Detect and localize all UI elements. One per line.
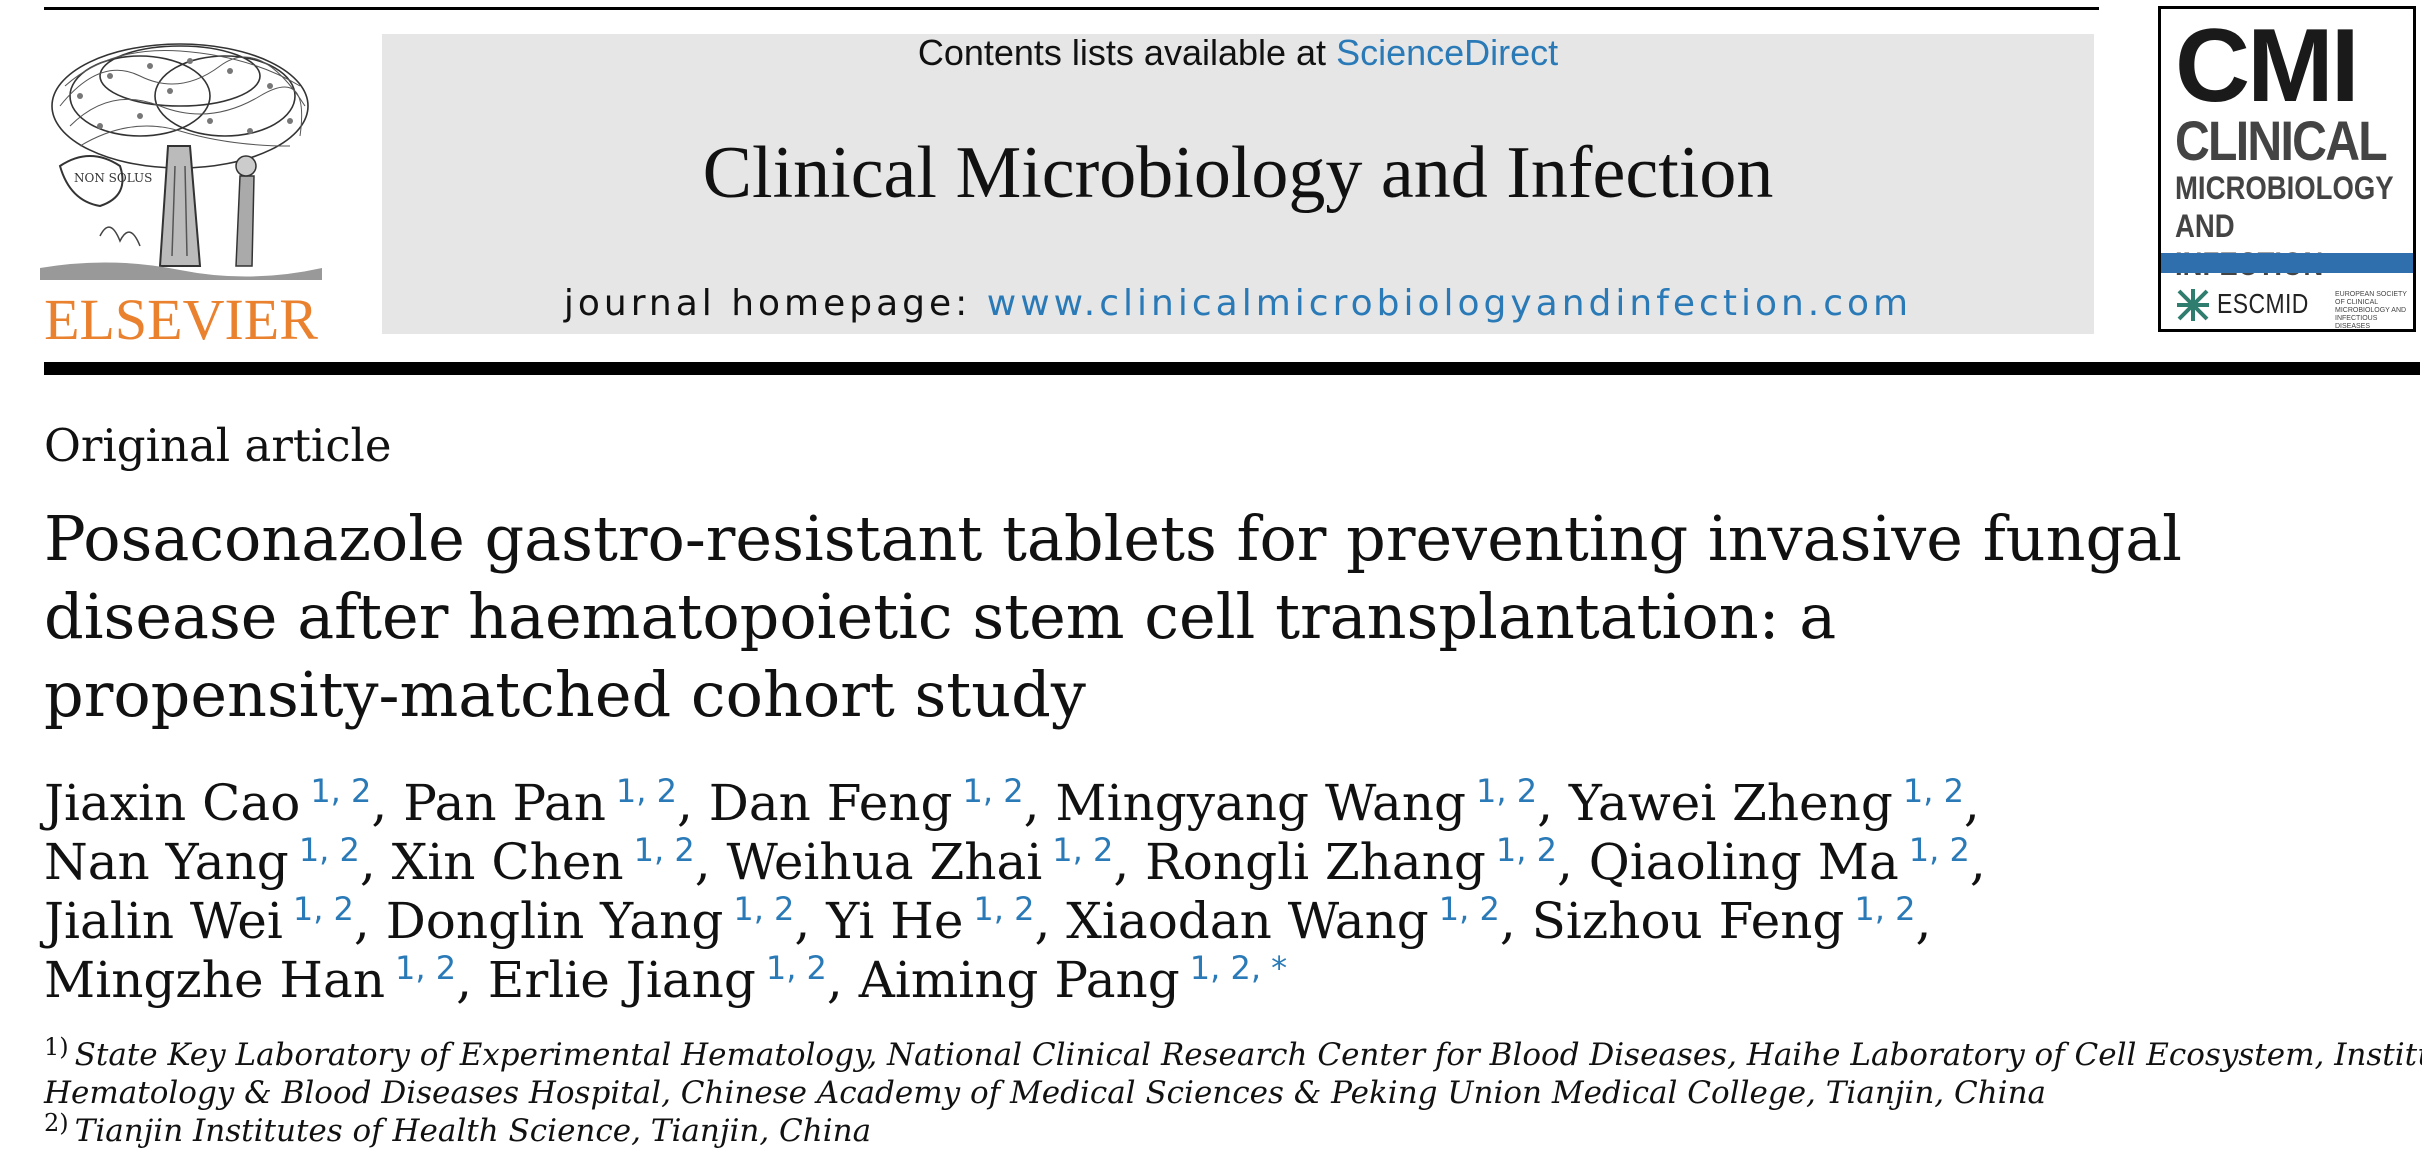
author-separator: , bbox=[353, 892, 370, 950]
title-line: Posaconazole gastro-resistant tablets fo… bbox=[44, 502, 2183, 575]
header-bottom-rule bbox=[44, 362, 2420, 375]
author-affiliation-link[interactable]: 1, 2 bbox=[1909, 831, 1970, 869]
author-line: Jiaxin Cao 1, 2, Pan Pan 1, 2, Dan Feng 1, … bbox=[44, 774, 2344, 833]
author-affiliation-link[interactable]: 1, 2 bbox=[1476, 772, 1537, 810]
author-line: Jialin Wei 1, 2, Donglin Yang 1, 2, Yi He 1… bbox=[44, 892, 2344, 951]
author-separator: , bbox=[794, 892, 811, 950]
author-separator: , bbox=[1113, 833, 1130, 891]
author-separator: , bbox=[1499, 892, 1516, 950]
cover-society-subtitle: EUROPEAN SOCIETY OF CLINICAL MICROBIOLOG… bbox=[2335, 291, 2407, 330]
author-name[interactable]: Erlie Jiang bbox=[488, 951, 756, 1009]
author-affiliation-link[interactable]: 1, 2 bbox=[973, 890, 1034, 928]
affiliation-text: Hematology & Blood Diseases Hospital, Ch… bbox=[44, 1075, 2047, 1111]
author-affiliation-link[interactable]: 1, 2 bbox=[1496, 831, 1557, 869]
cover-blue-bar bbox=[2161, 253, 2413, 273]
author-separator: , bbox=[1915, 892, 1932, 950]
author-name[interactable]: Dan Feng bbox=[709, 774, 953, 832]
cover-title-line-1: CLINICAL bbox=[2175, 109, 2388, 172]
author-name[interactable]: Jialin Wei bbox=[44, 892, 283, 950]
author-affiliation-link[interactable]: 1, 2 bbox=[293, 890, 354, 928]
author-affiliation-link[interactable]: 1, 2 bbox=[310, 772, 371, 810]
author-name[interactable]: Nan Yang bbox=[44, 833, 289, 891]
journal-name: Clinical Microbiology and Infection bbox=[702, 132, 1774, 214]
author-affiliation-link[interactable]: 1, 2 bbox=[766, 949, 827, 987]
author-name[interactable]: Jiaxin Cao bbox=[44, 774, 300, 832]
author-separator: , bbox=[826, 951, 843, 1009]
affiliation-text: State Key Laboratory of Experimental Hem… bbox=[74, 1037, 2422, 1073]
author-name[interactable]: Mingyang Wang bbox=[1055, 774, 1466, 832]
affiliation-list: 1) State Key Laboratory of Experimental H… bbox=[44, 1033, 2422, 1150]
author-separator: , bbox=[1963, 774, 1980, 832]
author-affiliation-link[interactable]: 1, 2, * bbox=[1190, 949, 1287, 987]
homepage-line: journal homepage: www.clinicalmicrobiolo… bbox=[382, 282, 2094, 326]
affiliation-text: Tianjin Institutes of Health Science, Ti… bbox=[74, 1113, 872, 1149]
author-separator: , bbox=[1023, 774, 1040, 832]
article-title: Posaconazole gastro-resistant tablets fo… bbox=[44, 500, 2183, 734]
author-affiliation-link[interactable]: 1, 2 bbox=[1052, 831, 1113, 869]
title-line: propensity-matched cohort study bbox=[44, 658, 1086, 731]
elsevier-wordmark: ELSEVIER bbox=[44, 287, 318, 352]
cover-society-name: ESCMID bbox=[2217, 288, 2309, 319]
author-separator: , bbox=[1556, 833, 1573, 891]
author-affiliation-link[interactable]: 1, 2 bbox=[963, 772, 1024, 810]
escmid-logo-icon bbox=[2177, 289, 2209, 321]
author-separator: , bbox=[359, 833, 376, 891]
author-separator: , bbox=[1537, 774, 1553, 832]
author-line: Nan Yang 1, 2, Xin Chen 1, 2, Weihua Zhai 1… bbox=[44, 833, 2344, 892]
author-name[interactable]: Mingzhe Han bbox=[44, 951, 385, 1009]
author-name[interactable]: Sizhou Feng bbox=[1532, 892, 1845, 950]
affiliation-number: 1) bbox=[44, 1033, 69, 1061]
author-affiliation-link[interactable]: 1, 2 bbox=[299, 831, 360, 869]
author-name[interactable]: Rongli Zhang bbox=[1145, 833, 1486, 891]
author-name[interactable]: Qiaoling Ma bbox=[1589, 833, 1899, 891]
affiliation-line: 1) State Key Laboratory of Experimental H… bbox=[44, 1033, 2422, 1074]
author-name[interactable]: Donglin Yang bbox=[386, 892, 724, 950]
journal-cover[interactable]: CMI CLINICAL MICROBIOLOGY AND INFECTION … bbox=[2158, 6, 2416, 332]
author-affiliation-link[interactable]: 1, 2 bbox=[395, 949, 456, 987]
author-name[interactable]: Yi He bbox=[826, 892, 963, 950]
affiliation-line: 2) Tianjin Institutes of Health Science, … bbox=[44, 1109, 2344, 1150]
affiliation-number: 2) bbox=[44, 1109, 69, 1137]
author-line: Mingzhe Han 1, 2, Erlie Jiang 1, 2, Aiming… bbox=[44, 951, 2344, 1010]
title-line: disease after haematopoietic stem cell t… bbox=[44, 580, 1837, 653]
author-affiliation-link[interactable]: 1, 2 bbox=[1903, 772, 1964, 810]
homepage-url-link[interactable]: www.clinicalmicrobiologyandinfection.com bbox=[987, 283, 1912, 324]
author-name[interactable]: Yawei Zheng bbox=[1569, 774, 1893, 832]
author-affiliation-link[interactable]: 1, 2 bbox=[1439, 890, 1500, 928]
cover-acronym: CMI bbox=[2175, 8, 2360, 124]
homepage-prefix: journal homepage: bbox=[563, 283, 987, 324]
author-separator: , bbox=[1969, 833, 1986, 891]
elsevier-logo[interactable]: NON SOLUS ELSEVIER bbox=[40, 36, 322, 352]
author-name[interactable]: Weihua Zhai bbox=[727, 833, 1043, 891]
contents-line: Contents lists available at ScienceDirec… bbox=[382, 31, 2094, 75]
journal-banner: Contents lists available at ScienceDirec… bbox=[382, 31, 2094, 334]
top-rule bbox=[44, 7, 2099, 10]
author-name[interactable]: Aiming Pang bbox=[859, 951, 1180, 1009]
article-type: Original article bbox=[44, 419, 392, 472]
svg-text:NON SOLUS: NON SOLUS bbox=[74, 171, 152, 185]
affiliation-line: Hematology & Blood Diseases Hospital, Ch… bbox=[44, 1074, 2344, 1112]
author-affiliation-link[interactable]: 1, 2 bbox=[733, 890, 794, 928]
author-separator: , bbox=[694, 833, 711, 891]
author-name[interactable]: Pan Pan bbox=[403, 774, 606, 832]
author-name[interactable]: Xiaodan Wang bbox=[1066, 892, 1428, 950]
author-affiliation-link[interactable]: 1, 2 bbox=[634, 831, 695, 869]
contents-prefix: Contents lists available at bbox=[917, 32, 1337, 73]
author-separator: , bbox=[1034, 892, 1051, 950]
sciencedirect-link[interactable]: ScienceDirect bbox=[1336, 32, 1558, 73]
author-name[interactable]: Xin Chen bbox=[392, 833, 624, 891]
author-affiliation-link[interactable]: 1, 2 bbox=[1854, 890, 1915, 928]
cover-title-line-2: MICROBIOLOGY bbox=[2175, 170, 2394, 206]
author-separator: , bbox=[456, 951, 473, 1009]
author-separator: , bbox=[371, 774, 388, 832]
elsevier-tree-icon: NON SOLUS bbox=[40, 43, 322, 280]
author-separator: , bbox=[676, 774, 693, 832]
author-list: Jiaxin Cao 1, 2, Pan Pan 1, 2, Dan Feng 1, … bbox=[44, 774, 2344, 1010]
author-affiliation-link[interactable]: 1, 2 bbox=[616, 772, 677, 810]
